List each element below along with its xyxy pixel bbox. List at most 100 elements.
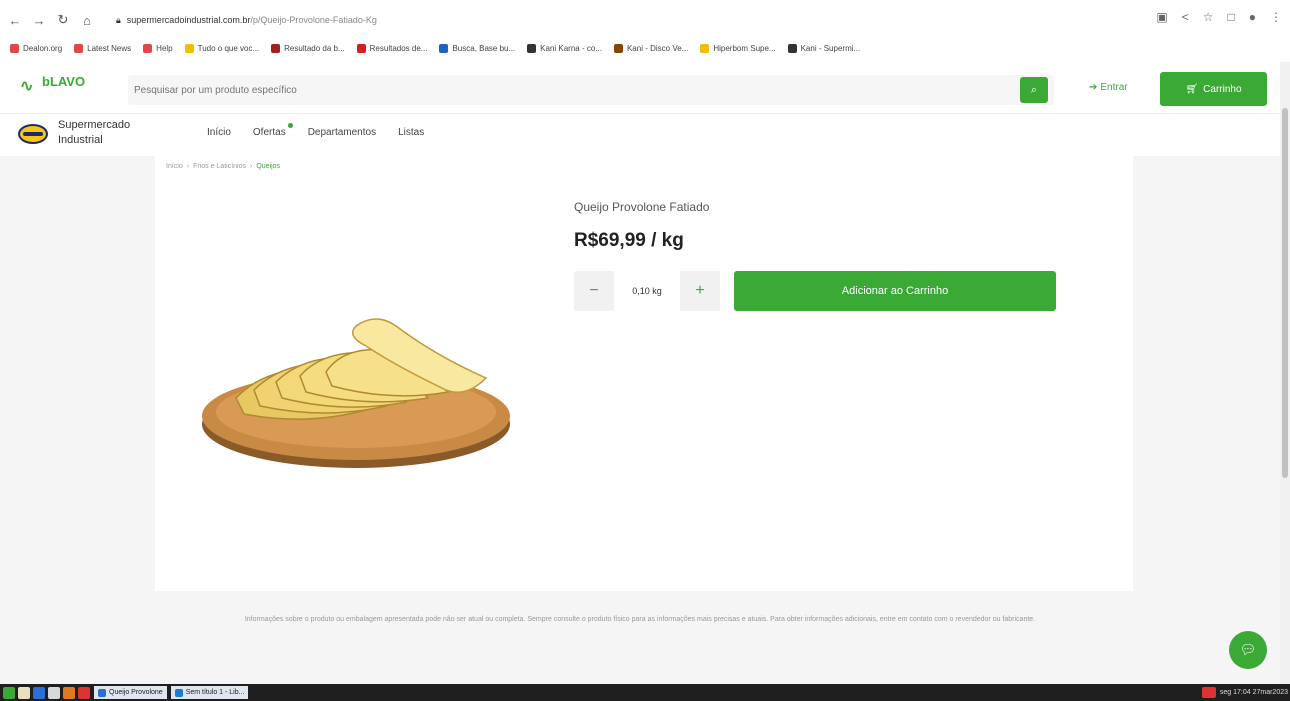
bookmark-item[interactable]: Dealon.org bbox=[10, 43, 63, 53]
bookmark-label: Kani - Disco Ve... bbox=[626, 43, 689, 53]
breadcrumb-item-inicio[interactable]: Início bbox=[166, 163, 183, 170]
product-image bbox=[202, 318, 510, 468]
url-path: /p/Queijo-Provolone-Fatiado-Kg bbox=[250, 15, 377, 25]
os-taskbar: Queijo Provolone Sem título 1 - Lib... s… bbox=[0, 684, 1290, 701]
breadcrumb-separator-icon: › bbox=[250, 163, 253, 170]
menu-item-listas[interactable]: Listas bbox=[398, 127, 424, 138]
bookmark-favicon-icon bbox=[184, 43, 194, 53]
login-link[interactable]: ➔ Entrar bbox=[1089, 82, 1128, 93]
system-tray: seg 17:04 27mar2023 bbox=[1201, 686, 1288, 699]
chat-button[interactable]: 💬︎ bbox=[1229, 631, 1267, 669]
search-button[interactable]: ⌕ bbox=[1020, 77, 1048, 103]
record-icon[interactable] bbox=[1201, 687, 1216, 698]
extension-icon[interactable]: ▣ bbox=[1156, 10, 1167, 24]
cart-label: Carrinho bbox=[1203, 83, 1242, 95]
reload-icon[interactable]: ↻ bbox=[54, 11, 72, 29]
taskbar-item-browser-label: Queijo Provolone bbox=[109, 689, 163, 696]
bookmark-item[interactable]: Resultados de... bbox=[356, 43, 427, 53]
ofertas-dot-icon bbox=[287, 123, 293, 128]
bookmark-item[interactable]: Help bbox=[143, 43, 173, 53]
chrome-icon bbox=[98, 688, 106, 697]
bookmark-item[interactable]: Tudo o que voc... bbox=[184, 43, 260, 53]
bookmark-item[interactable]: Latest News bbox=[74, 43, 132, 53]
tab-icon[interactable]: □ bbox=[1228, 10, 1235, 24]
bookmarks-bar: Dealon.org Latest News Help Tudo o que voc.… bbox=[0, 38, 1290, 58]
back-icon[interactable]: ← bbox=[6, 11, 24, 29]
search-icon: ⌕ bbox=[1030, 83, 1038, 96]
product-name: Queijo Provolone Fatiado bbox=[574, 200, 710, 214]
add-to-cart-button[interactable]: Adicionar ao Carrinho bbox=[734, 271, 1056, 311]
forward-icon[interactable]: → bbox=[30, 11, 48, 29]
store-nav: Supermercado Industrial Início Ofertas D… bbox=[0, 114, 1280, 156]
menu-item-ofertas-label: Ofertas bbox=[252, 127, 286, 138]
bookmark-item[interactable]: Kani - Disco Ve... bbox=[613, 43, 689, 53]
taskbar-item-document-label: Sem título 1 - Lib... bbox=[185, 689, 245, 696]
files-icon[interactable] bbox=[18, 686, 30, 699]
terminal-icon[interactable] bbox=[48, 686, 60, 699]
bookmark-favicon-icon bbox=[356, 43, 366, 53]
share-icon[interactable]: < bbox=[1182, 10, 1189, 24]
start-menu-icon[interactable] bbox=[3, 686, 15, 699]
menu-item-ofertas[interactable]: Ofertas bbox=[252, 123, 293, 138]
minus-icon: − bbox=[589, 282, 599, 299]
taskbar-item-browser[interactable]: Queijo Provolone bbox=[94, 686, 167, 699]
breadcrumb-item-frios[interactable]: Frios e Laticínios bbox=[193, 163, 246, 170]
bookmark-label: Kani Karna - co... bbox=[540, 43, 602, 53]
browser-launcher-icon[interactable] bbox=[33, 686, 45, 699]
store-name[interactable]: Supermercado Industrial bbox=[58, 118, 158, 148]
store-logo[interactable] bbox=[18, 124, 48, 144]
quantity-stepper: − 0,10 kg + bbox=[574, 271, 720, 311]
menu-item-departamentos[interactable]: Departamentos bbox=[308, 127, 376, 138]
bookmark-label: Dealon.org bbox=[23, 43, 63, 53]
bookmark-item[interactable]: Kani - Supermi... bbox=[787, 43, 861, 53]
clock: seg 17:04 27mar2023 bbox=[1219, 689, 1288, 696]
bookmark-label: Kani - Supermi... bbox=[800, 43, 861, 53]
decrease-button[interactable]: − bbox=[574, 271, 614, 311]
taskbar-item-document[interactable]: Sem título 1 - Lib... bbox=[170, 686, 249, 699]
bookmark-label: Hiperbom Supe... bbox=[713, 43, 776, 53]
bookmark-favicon-icon bbox=[143, 43, 153, 53]
star-icon[interactable]: ☆ bbox=[1203, 10, 1214, 24]
screen: ← → ↻ ⌂ 🔒︎ supermercadoindustrial.com.br… bbox=[0, 0, 1290, 701]
address-bar[interactable]: 🔒︎ supermercadoindustrial.com.br /p/Quei… bbox=[116, 8, 1116, 32]
bookmark-favicon-icon bbox=[439, 43, 449, 53]
url-host: supermercadoindustrial.com.br bbox=[126, 15, 251, 25]
product-price: R$69,99 / kg bbox=[574, 230, 684, 251]
browser-tools: ▣ < ☆ □ ● ⋮ bbox=[1156, 10, 1282, 24]
firefox-icon[interactable] bbox=[63, 686, 75, 699]
site-header: ∿ bLAVO ⌕ ➔ Entrar 🛒︎ Carrinho bbox=[0, 62, 1290, 114]
search-input[interactable] bbox=[134, 75, 1014, 105]
page-scrollbar[interactable] bbox=[1280, 62, 1290, 684]
login-label: Entrar bbox=[1100, 82, 1128, 93]
menu-item-inicio[interactable]: Início bbox=[207, 127, 231, 138]
site-logo[interactable]: ∿ bLAVO bbox=[20, 70, 102, 100]
bookmark-item[interactable]: Busca, Base bu... bbox=[439, 43, 516, 53]
bookmark-favicon-icon bbox=[527, 43, 537, 53]
logo-wave-icon: ∿ bbox=[20, 78, 34, 95]
breadcrumb: Início › Frios e Laticínios › Queijos bbox=[166, 163, 280, 170]
search-bar: ⌕ bbox=[128, 75, 1054, 105]
lock-icon: 🔒︎ bbox=[116, 14, 121, 25]
increase-button[interactable]: + bbox=[680, 271, 720, 311]
breadcrumb-item-queijos[interactable]: Queijos bbox=[256, 163, 280, 170]
bookmark-item[interactable]: Hiperbom Supe... bbox=[700, 43, 776, 53]
bookmark-favicon-icon bbox=[700, 43, 710, 53]
bookmark-label: Busca, Base bu... bbox=[452, 43, 516, 53]
bookmark-item[interactable]: Resultado da b... bbox=[271, 43, 345, 53]
plus-icon: + bbox=[695, 282, 705, 299]
bookmark-favicon-icon bbox=[74, 43, 84, 53]
bookmark-label: Latest News bbox=[87, 43, 132, 53]
bookmark-favicon-icon bbox=[613, 43, 623, 53]
app-icon[interactable] bbox=[78, 686, 90, 699]
browser-toolbar: ← → ↻ ⌂ 🔒︎ supermercadoindustrial.com.br… bbox=[0, 6, 1290, 34]
profile-icon[interactable]: ● bbox=[1249, 10, 1256, 24]
bookmark-label: Tudo o que voc... bbox=[197, 43, 260, 53]
home-icon[interactable]: ⌂ bbox=[78, 11, 96, 29]
scrollbar-thumb[interactable] bbox=[1282, 108, 1288, 478]
product-disclaimer: Informações sobre o produto ou embalagem… bbox=[244, 616, 1036, 623]
menu-icon[interactable]: ⋮ bbox=[1270, 10, 1282, 24]
cart-button[interactable]: 🛒︎ Carrinho bbox=[1160, 72, 1267, 106]
logo-mark: bLAVO bbox=[42, 74, 86, 89]
bookmark-item[interactable]: Kani Karna - co... bbox=[527, 43, 602, 53]
bookmark-favicon-icon bbox=[787, 43, 797, 53]
